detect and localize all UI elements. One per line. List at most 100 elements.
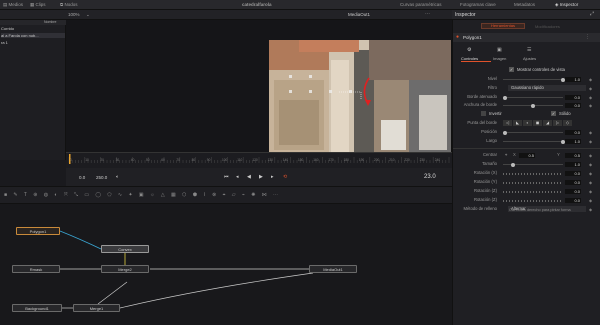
rmask-node[interactable]: Rmask	[12, 265, 60, 273]
speaker-icon[interactable]: 🔈︎	[116, 174, 119, 180]
rotation-z2-dial[interactable]	[503, 200, 563, 202]
3d-tool-icon[interactable]: ⬡	[182, 192, 186, 198]
keyframe-icon[interactable]: ◆	[589, 77, 592, 82]
grid-tool-icon[interactable]: ▦	[171, 192, 176, 198]
rotation-x-value[interactable]: 0.0	[565, 171, 581, 176]
node-header[interactable]: ● Polygon1 ⋮	[453, 33, 600, 42]
step-forward-icon[interactable]: ▸	[271, 174, 274, 180]
blur-tool-icon[interactable]: ◍	[44, 192, 48, 198]
merge1-node[interactable]: Merge1	[73, 304, 120, 312]
keyframe-icon[interactable]: ◆	[589, 189, 592, 194]
expand-icon[interactable]: ⤢	[590, 11, 594, 17]
curves-tab[interactable]: Curvas paramétricas	[400, 2, 442, 7]
rotation-x-dial[interactable]	[503, 173, 563, 175]
controls-tab-icon[interactable]: ⚙︎	[467, 47, 471, 53]
level-slider[interactable]	[503, 79, 563, 80]
node-enable-icon[interactable]: ●	[456, 34, 459, 40]
position-knob[interactable]	[503, 130, 507, 135]
merge2-node[interactable]: Merge2	[101, 265, 149, 273]
viewer-options-icon[interactable]: ⋯	[425, 11, 430, 17]
crosshair-icon[interactable]: ⌖	[505, 152, 507, 157]
keyframe-icon[interactable]: ◆	[589, 171, 592, 176]
bspline-tool-icon[interactable]: ∿	[118, 192, 122, 198]
skip-start-icon[interactable]: ⏮︎	[224, 174, 229, 180]
media-pool-tab[interactable]: ▤ Medios	[3, 2, 23, 8]
rotation-y-value[interactable]: 0.0	[565, 180, 581, 185]
rotation-z-value[interactable]: 0.0	[565, 189, 581, 194]
metadata-tab[interactable]: Metadatos	[514, 2, 535, 7]
center-x-value[interactable]: 0.5	[519, 153, 535, 158]
loop-icon[interactable]: ⟲	[283, 174, 287, 180]
shape-tool-icon[interactable]: △	[161, 192, 165, 198]
end-frame[interactable]: 250.0	[96, 175, 107, 180]
node-options-icon[interactable]: ⋮	[585, 34, 590, 40]
mask-ellipse-icon[interactable]: ◯	[95, 192, 101, 198]
list-item[interactable]: al a Farola con nub...	[1, 33, 65, 38]
center-y-value[interactable]: 0.5	[565, 153, 581, 158]
list-item[interactable]: Corrido	[1, 26, 14, 31]
merge-tool-icon[interactable]: ⊕	[33, 192, 37, 198]
nodes-tab[interactable]: ⧉ Nodos	[60, 2, 77, 7]
rotation-z2-value[interactable]: 0.0	[565, 198, 581, 203]
playhead[interactable]	[69, 154, 71, 164]
show-view-checkbox[interactable]: ✓	[509, 67, 514, 72]
glow-tool-icon[interactable]: ✺	[251, 192, 255, 198]
filter-select[interactable]: Gaussiano rápido	[508, 85, 586, 91]
position-slider[interactable]	[503, 132, 563, 133]
timeline-ruler[interactable]: 0 10 20 30 40 50 60 70 80 90 100 110 120 130 140 150 160…	[66, 152, 452, 168]
transform-tool-icon[interactable]: ⤧	[64, 192, 68, 198]
keyer-tool-icon[interactable]: ⊗	[212, 192, 216, 198]
rotation-z-dial[interactable]	[503, 191, 563, 193]
render-tool-icon[interactable]: ⬢	[193, 192, 197, 198]
keyframe-icon[interactable]: ◆	[589, 207, 592, 212]
tip-cap-icon[interactable]: ◇	[563, 120, 572, 126]
soft-edge-knob[interactable]	[503, 95, 507, 100]
polygon-tool-icon[interactable]: ⬠	[107, 192, 111, 198]
stabilize-tool-icon[interactable]: ⌁	[242, 192, 245, 198]
level-value[interactable]: 1.0	[565, 77, 581, 82]
length-value[interactable]: 1.0	[565, 139, 581, 144]
polygon-node[interactable]: Polygon1	[16, 227, 60, 235]
tab-settings[interactable]: Ajustes	[523, 56, 536, 61]
keyframe-icon[interactable]: ◆	[589, 162, 592, 167]
text-tool-icon[interactable]: T	[24, 192, 27, 198]
resize-tool-icon[interactable]: ⤡	[74, 192, 78, 198]
border-width-knob[interactable]	[531, 103, 535, 108]
length-slider[interactable]	[503, 141, 563, 142]
size-knob[interactable]	[511, 162, 515, 167]
paint-tool-icon[interactable]: ✎	[13, 192, 17, 198]
step-back-icon[interactable]: ◂	[236, 174, 239, 180]
keyframe-icon[interactable]: ◆	[589, 180, 592, 185]
tab-modifiers[interactable]: Modificadores	[535, 24, 560, 29]
keyframe-icon[interactable]: ◆	[589, 139, 592, 144]
keyframe-icon[interactable]: ◆	[589, 95, 592, 100]
tip-end-icon[interactable]: ▷	[553, 120, 562, 126]
keyframe-icon[interactable]: ◆	[589, 130, 592, 135]
list-item[interactable]: ra 1	[1, 40, 8, 45]
tab-tools[interactable]: Herramientas	[481, 23, 525, 29]
play-icon[interactable]: ▶	[259, 174, 263, 180]
color-tool-icon[interactable]: ◐	[54, 192, 57, 198]
convex-node[interactable]: Convex	[101, 245, 149, 253]
mediaout-node[interactable]: MediaOut1	[309, 265, 357, 273]
keyframe-icon[interactable]: ◆	[589, 103, 592, 108]
more-tool-icon[interactable]: ⋯	[273, 192, 278, 198]
warp-tool-icon[interactable]: ⌇	[203, 192, 205, 198]
size-value[interactable]: 1.0	[565, 162, 581, 167]
viewer-name[interactable]: MediaOut1	[348, 12, 370, 17]
clips-tab[interactable]: ▦ Clips	[30, 2, 46, 8]
node-editor[interactable]: Polygon1 Convex Rmask Merge2 MediaOut1 B…	[0, 204, 452, 325]
chevron-down-icon[interactable]: ⌄	[86, 12, 90, 18]
soft-edge-slider[interactable]	[503, 97, 563, 98]
tracker-tool-icon[interactable]: ⌖	[223, 192, 226, 198]
rotation-y-dial[interactable]	[503, 182, 563, 184]
border-width-value[interactable]: 0.0	[565, 103, 581, 108]
keyframe-icon[interactable]: ◆	[589, 153, 592, 158]
zoom-select[interactable]: 100%	[68, 12, 80, 17]
camera-tool-icon[interactable]: ▣	[139, 192, 144, 198]
tip-none-icon[interactable]: ◁	[503, 120, 512, 126]
tab-image[interactable]: Imagen	[493, 56, 506, 61]
tip-round-icon[interactable]: ◐	[523, 120, 532, 126]
current-frame[interactable]: 23.0	[424, 174, 436, 180]
background-node[interactable]: Background1	[12, 304, 62, 312]
